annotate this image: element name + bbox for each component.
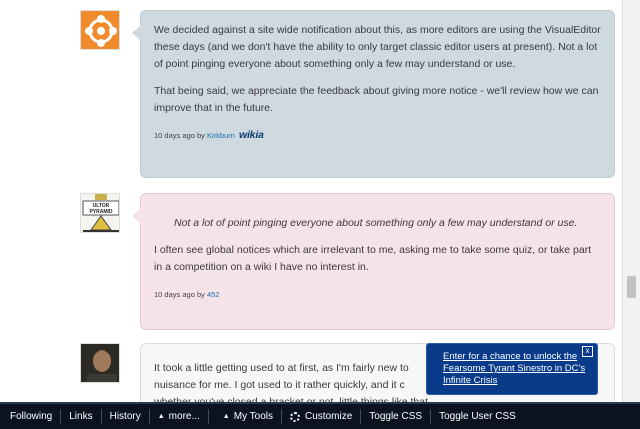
timestamp: 10 days ago by (154, 131, 205, 140)
comments-page: We decided against a site wide notificat… (0, 0, 622, 402)
scrollbar-thumb[interactable] (627, 276, 636, 298)
comment-bubble: Not a lot of point pinging everyone abou… (132, 193, 615, 330)
arrow-up-icon: ▲ (157, 413, 165, 420)
comment-paragraph: I often see global notices which are irr… (154, 244, 592, 273)
my-tools-menu[interactable]: ▲ My Tools (207, 409, 281, 424)
page-scrollbar[interactable] (622, 0, 640, 402)
comment-2: ULTOR PYRAMID Not a lot of point pinging… (80, 193, 615, 330)
following-button[interactable]: Following (0, 409, 60, 424)
promo-popup: Enter for a chance to unlock the Fearsom… (426, 343, 598, 395)
customize-label: Customize (305, 411, 353, 422)
avatar[interactable] (80, 10, 120, 50)
toggle-user-css-button[interactable]: Toggle User CSS (430, 409, 524, 424)
customize-button[interactable]: Customize (281, 409, 360, 424)
quoted-text: Not a lot of point pinging everyone abou… (174, 217, 578, 229)
comment-paragraph: We decided against a site wide notificat… (154, 24, 601, 70)
avatar[interactable]: ULTOR PYRAMID (80, 193, 120, 233)
comment-meta: 10 days ago by Kirkburn wikia (154, 127, 601, 144)
arrow-up-icon: ▲ (222, 413, 230, 420)
promo-link[interactable]: Enter for a chance to unlock the Fearsom… (443, 351, 585, 386)
avatar[interactable] (80, 343, 120, 383)
comment-1: We decided against a site wide notificat… (80, 10, 615, 178)
comment-paragraph: That being said, we appreciate the feedb… (154, 85, 599, 114)
links-button[interactable]: Links (60, 409, 100, 424)
toggle-css-button[interactable]: Toggle CSS (360, 409, 430, 424)
wikia-staff-logo: wikia (239, 129, 264, 141)
author-link[interactable]: Kirkburn (207, 131, 235, 140)
timestamp: 10 days ago by (154, 290, 205, 299)
history-button[interactable]: History (100, 409, 149, 424)
more-label: more... (168, 411, 200, 422)
avatar-icon (81, 11, 119, 49)
author-link[interactable]: 452 (207, 290, 220, 299)
gear-icon (290, 411, 301, 422)
avatar-caption: ULTOR PYRAMID (89, 203, 113, 215)
more-menu[interactable]: ▲ more... (148, 409, 208, 424)
wikia-bar: Following Links History ▲ more... ▲ My T… (0, 402, 640, 429)
avatar-photo-icon (81, 344, 119, 382)
comment-line: whether you've closed a bracket or not, … (154, 396, 428, 402)
my-tools-label: My Tools (233, 411, 274, 422)
comment-meta: 10 days ago by 452 (154, 286, 601, 303)
close-icon[interactable]: x (582, 346, 593, 357)
comment-bubble: We decided against a site wide notificat… (132, 10, 615, 178)
